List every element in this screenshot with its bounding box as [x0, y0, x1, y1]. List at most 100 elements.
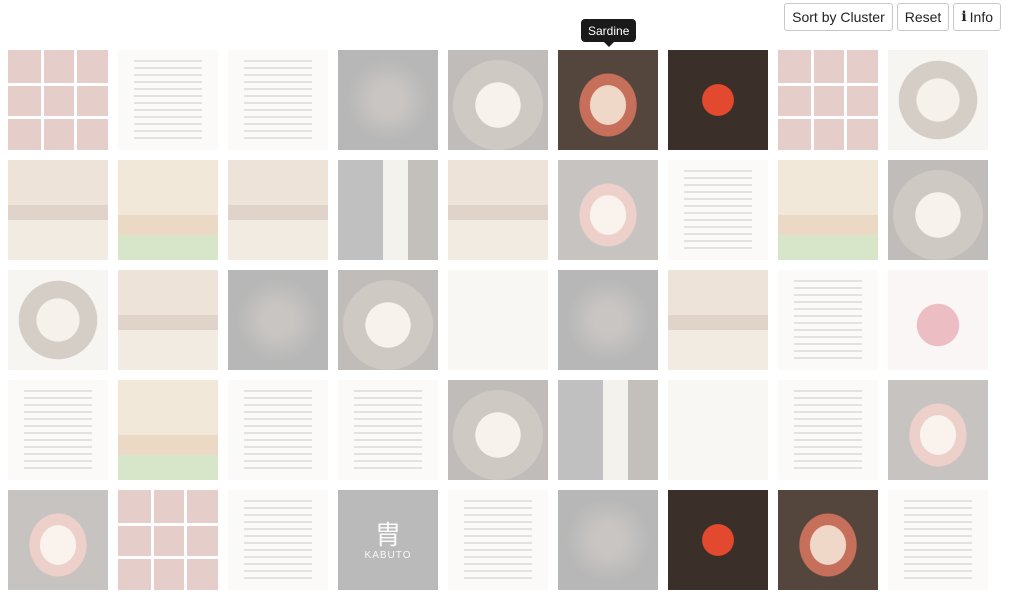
thumbnail-image	[888, 490, 988, 590]
logo-mark-icon: 胄	[374, 520, 401, 550]
image-tile[interactable]	[448, 160, 548, 260]
image-tile[interactable]	[338, 160, 438, 260]
thumbnail-image	[778, 160, 878, 260]
thumbnail-image	[558, 270, 658, 370]
thumbnail-image	[668, 270, 768, 370]
image-tile[interactable]	[888, 160, 988, 260]
thumbnail-image	[448, 270, 548, 370]
thumbnail-image	[228, 160, 328, 260]
thumbnail-image	[558, 160, 658, 260]
image-tile[interactable]	[558, 160, 658, 260]
image-tile[interactable]	[118, 50, 218, 150]
image-tile[interactable]: 胄 KABUTO	[338, 490, 438, 590]
image-tile[interactable]	[228, 490, 328, 590]
thumbnail-image	[888, 160, 988, 260]
info-button-label: Info	[969, 9, 993, 25]
image-tile[interactable]	[8, 160, 108, 260]
image-tile[interactable]	[558, 270, 658, 370]
image-tile[interactable]	[448, 380, 548, 480]
image-tile[interactable]	[778, 160, 878, 260]
thumbnail-image	[118, 160, 218, 260]
thumbnail-image	[8, 270, 108, 370]
thumbnail-image	[448, 50, 548, 150]
thumbnail-image	[228, 270, 328, 370]
thumbnail-image	[668, 160, 768, 260]
thumbnail-image	[228, 490, 328, 590]
image-tile[interactable]	[668, 270, 768, 370]
image-tile[interactable]	[888, 270, 988, 370]
thumbnail-image	[448, 490, 548, 590]
thumbnail-image	[778, 490, 878, 590]
image-tile[interactable]	[778, 50, 878, 150]
thumbnail-image	[448, 380, 548, 480]
image-tile[interactable]	[448, 50, 548, 150]
info-button[interactable]: i Info	[953, 3, 1001, 31]
image-tile[interactable]	[778, 270, 878, 370]
image-tile[interactable]	[228, 160, 328, 260]
image-tile[interactable]	[118, 490, 218, 590]
thumbnail-image	[668, 380, 768, 480]
thumbnail-image	[888, 50, 988, 150]
thumbnail-image	[118, 270, 218, 370]
image-tile[interactable]	[668, 50, 768, 150]
thumbnail-image	[668, 50, 768, 150]
thumbnail-image	[558, 490, 658, 590]
image-tile[interactable]	[448, 270, 548, 370]
thumbnail-image	[778, 380, 878, 480]
image-tile[interactable]	[888, 50, 988, 150]
image-tile[interactable]	[558, 380, 658, 480]
thumbnail-image	[338, 270, 438, 370]
thumbnail-image	[558, 380, 658, 480]
image-tile[interactable]	[228, 50, 328, 150]
image-tile[interactable]	[778, 380, 878, 480]
thumbnail-image	[668, 490, 768, 590]
image-tile[interactable]	[668, 160, 768, 260]
image-tile[interactable]	[448, 490, 548, 590]
sort-by-cluster-button[interactable]: Sort by Cluster	[784, 3, 893, 31]
image-grid: 胄 KABUTO	[8, 50, 988, 590]
image-tile[interactable]	[668, 380, 768, 480]
thumbnail-image: 胄 KABUTO	[338, 490, 438, 590]
image-tile[interactable]	[888, 380, 988, 480]
thumbnail-image	[8, 160, 108, 260]
thumbnail-image	[448, 160, 548, 260]
image-tile[interactable]	[118, 380, 218, 480]
thumbnail-image	[8, 380, 108, 480]
thumbnail-image	[778, 50, 878, 150]
thumbnail-image	[118, 490, 218, 590]
image-tile[interactable]	[558, 50, 658, 150]
thumbnail-image	[228, 380, 328, 480]
thumbnail-image	[558, 50, 658, 150]
image-tile[interactable]	[338, 380, 438, 480]
image-tile[interactable]	[888, 490, 988, 590]
thumbnail-image	[338, 160, 438, 260]
thumbnail-image	[888, 380, 988, 480]
image-tile[interactable]	[118, 270, 218, 370]
info-icon: i	[961, 9, 967, 25]
image-tile[interactable]	[118, 160, 218, 260]
thumbnail-image	[118, 380, 218, 480]
thumbnail-image	[778, 270, 878, 370]
reset-button[interactable]: Reset	[896, 3, 950, 31]
thumbnail-image	[118, 50, 218, 150]
thumbnail-image	[228, 50, 328, 150]
image-tile[interactable]	[338, 50, 438, 150]
image-tile[interactable]	[338, 270, 438, 370]
image-tile[interactable]	[8, 270, 108, 370]
thumbnail-image	[8, 490, 108, 590]
thumbnail-image	[888, 270, 988, 370]
image-tile[interactable]	[8, 490, 108, 590]
thumbnail-image	[8, 50, 108, 150]
image-tile[interactable]	[558, 490, 658, 590]
image-tile[interactable]	[778, 490, 878, 590]
image-tile[interactable]	[8, 50, 108, 150]
image-tile[interactable]	[228, 270, 328, 370]
logo-text: KABUTO	[364, 550, 412, 561]
thumbnail-image	[338, 50, 438, 150]
image-tile[interactable]	[228, 380, 328, 480]
image-tooltip: Sardine	[581, 19, 637, 47]
image-tile[interactable]	[8, 380, 108, 480]
image-tile[interactable]	[668, 490, 768, 590]
thumbnail-image	[338, 380, 438, 480]
toolbar: Sort by Cluster Reset i Info	[784, 3, 1001, 31]
